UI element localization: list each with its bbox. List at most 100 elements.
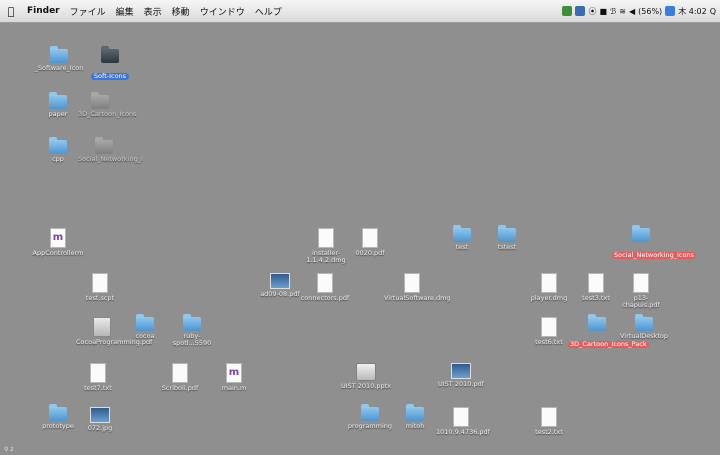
desktop-icon[interactable]: connectors.pdf bbox=[298, 273, 352, 302]
desktop-footer-text: ⚲ z bbox=[4, 446, 14, 453]
document-icon bbox=[90, 363, 106, 383]
desktop-icon[interactable]: tstest bbox=[490, 225, 524, 251]
status-area: ⦿ ■ ℬ ≋ ◀ (56%) 木 4:02 Q bbox=[562, 0, 720, 22]
icon-label: UIST 2010.pptx bbox=[340, 382, 392, 390]
desktop-icon[interactable]: test3.txt bbox=[576, 273, 616, 302]
status-app-icon[interactable] bbox=[562, 6, 573, 16]
folder-icon bbox=[588, 314, 606, 331]
icon-label: prototype bbox=[42, 422, 74, 430]
status-screen-icon[interactable]: ■ bbox=[599, 7, 607, 16]
folder-icon bbox=[95, 137, 113, 154]
icon-label: test3.txt bbox=[582, 294, 610, 302]
presentation-icon bbox=[356, 363, 376, 381]
menu-help[interactable]: ヘルプ bbox=[250, 5, 287, 18]
icon-label: installer-1.1.4.2.dmg bbox=[306, 249, 346, 264]
menu-window[interactable]: ウインドウ bbox=[195, 5, 250, 18]
objective-c-file-icon: m bbox=[226, 363, 242, 383]
icon-label: VirtualDesktop bbox=[619, 332, 669, 340]
status-bluetooth-icon[interactable]: ℬ bbox=[610, 7, 616, 16]
desktop-icon[interactable]: paper bbox=[38, 92, 78, 118]
icon-label: cocoa bbox=[135, 332, 155, 340]
folder-icon bbox=[406, 404, 424, 421]
icon-label: test bbox=[455, 243, 469, 251]
desktop-icon[interactable]: Social_Networking_I bbox=[78, 137, 143, 163]
icon-label: test2.txt bbox=[535, 428, 563, 436]
desktop-icon[interactable]: CocoaProgramming.pdf bbox=[76, 317, 152, 346]
desktop-icon[interactable]: prototype bbox=[34, 404, 82, 430]
desktop-icon[interactable]: test6.txt bbox=[530, 317, 568, 346]
folder-icon bbox=[632, 225, 650, 242]
desktop-icon[interactable]: VirtualSoftware.dmg bbox=[384, 273, 451, 302]
menu-go[interactable]: 移動 bbox=[167, 5, 195, 18]
desktop-icon[interactable]: test7.txt bbox=[78, 363, 118, 392]
document-icon bbox=[318, 228, 334, 248]
desktop-icon[interactable]: p13-chapuis.pdf bbox=[618, 273, 664, 309]
desktop-icon[interactable]: Social_Networking_Icons bbox=[612, 225, 696, 261]
document-icon bbox=[453, 407, 469, 427]
wifi-icon[interactable]: ≋ bbox=[619, 7, 626, 16]
desktop-icon[interactable]: 3D_Cartoon_Icons bbox=[78, 92, 137, 118]
desktop-icon[interactable]: Soft-Icons bbox=[80, 46, 140, 82]
volume-icon[interactable]: ◀ bbox=[629, 7, 635, 16]
folder-icon bbox=[635, 314, 653, 331]
objective-c-file-icon: m bbox=[50, 228, 66, 248]
desktop-icon[interactable]: ruby-spotl...5590 bbox=[168, 314, 216, 347]
clock[interactable]: 木 4:02 bbox=[678, 6, 707, 17]
desktop-icon[interactable]: m main.m bbox=[214, 363, 254, 392]
desktop-icon[interactable]: UIST 2010.pdf bbox=[436, 363, 486, 388]
icon-label: main.m bbox=[221, 384, 247, 392]
status-sync-icon[interactable] bbox=[575, 6, 586, 16]
desktop-icon[interactable]: Scriboli.pdf bbox=[156, 363, 204, 392]
desktop-icon[interactable]: player.dmg bbox=[528, 273, 570, 302]
icon-label: 072.jpg bbox=[87, 424, 113, 432]
desktop-icon[interactable]: 072.jpg bbox=[80, 407, 120, 432]
desktop-icon[interactable]: 1010.9.4736.pdf bbox=[436, 407, 490, 436]
desktop-icon[interactable]: programming bbox=[344, 404, 396, 430]
icon-label: paper bbox=[48, 110, 68, 118]
desktop-icon[interactable]: test.scpt bbox=[78, 273, 122, 302]
icon-label-red: 3D_Cartoon_Icons_Pack bbox=[568, 340, 649, 348]
icon-label: mitoh bbox=[405, 422, 425, 430]
menu-edit[interactable]: 編集 bbox=[111, 5, 139, 18]
icon-label: tstest bbox=[497, 243, 517, 251]
desktop-icon[interactable]: cocoa bbox=[128, 314, 162, 340]
document-icon bbox=[172, 363, 188, 383]
apple-menu-icon[interactable]:  bbox=[0, 5, 22, 18]
battery-status[interactable]: (56%) bbox=[638, 7, 662, 16]
document-icon bbox=[317, 273, 333, 293]
document-icon bbox=[541, 317, 557, 337]
desktop-icon[interactable]: m AppControllerm bbox=[28, 228, 88, 257]
document-icon bbox=[404, 273, 420, 293]
menu-finder[interactable]: Finder bbox=[22, 6, 65, 16]
spotlight-search-icon[interactable]: Q bbox=[710, 7, 716, 16]
menu-file[interactable]: ファイル bbox=[65, 5, 111, 18]
desktop-icon[interactable]: mitoh bbox=[398, 404, 432, 430]
icon-label: programming bbox=[347, 422, 393, 430]
script-icon bbox=[92, 273, 108, 293]
desktop-icon[interactable]: test2.txt bbox=[530, 407, 568, 436]
input-menu-icon[interactable] bbox=[665, 6, 676, 16]
menu-view[interactable]: 表示 bbox=[139, 5, 167, 18]
desktop-icon[interactable]: installer-1.1.4.2.dmg bbox=[300, 228, 352, 264]
desktop-icon[interactable]: ad09-08.pdf bbox=[256, 273, 304, 298]
desktop-icon[interactable]: cpp bbox=[38, 137, 78, 163]
menu-bar:  Finder ファイル 編集 表示 移動 ウインドウ ヘルプ ⦿ ■ ℬ ≋… bbox=[0, 0, 720, 23]
desktop-icon[interactable]: test bbox=[446, 225, 478, 251]
icon-label: 3D_Cartoon_Icons bbox=[78, 110, 137, 118]
desktop: _Software_Icon Soft-Icons paper 3D_Carto… bbox=[0, 23, 720, 455]
status-time-machine-icon[interactable]: ⦿ bbox=[588, 6, 596, 17]
icon-label-red: Social_Networking_Icons bbox=[612, 251, 696, 259]
icon-label: connectors.pdf bbox=[300, 294, 350, 302]
image-icon bbox=[90, 407, 110, 423]
folder-icon bbox=[50, 46, 68, 63]
pdf-icon bbox=[93, 317, 111, 337]
icon-label: 0020.pdf bbox=[355, 249, 385, 257]
desktop-icon[interactable]: UIST 2010.pptx bbox=[340, 363, 392, 390]
desktop-icon[interactable]: 0020.pdf bbox=[348, 228, 392, 257]
desktop-icon[interactable]: VirtualDesktop bbox=[616, 314, 672, 340]
folder-icon bbox=[453, 225, 471, 242]
folder-icon bbox=[101, 46, 119, 63]
folder-icon bbox=[361, 404, 379, 421]
icon-label: Scriboli.pdf bbox=[161, 384, 199, 392]
document-icon bbox=[633, 273, 649, 293]
